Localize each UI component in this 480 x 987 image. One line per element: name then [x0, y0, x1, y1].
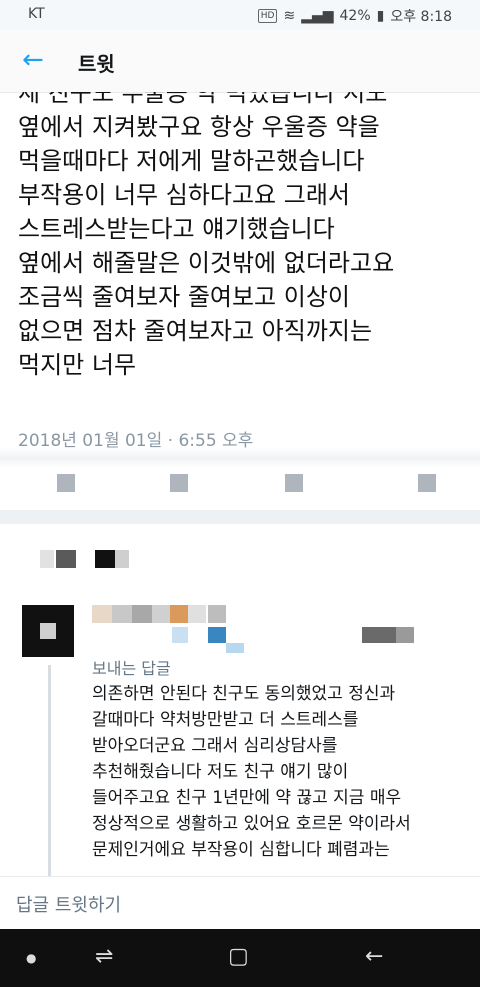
arrow-left-icon[interactable]: ←: [22, 46, 44, 74]
carrier-label: KT: [28, 6, 45, 22]
blurred-stats-band: [0, 448, 480, 468]
reply-text: 의존하면 안된다 친구도 동의했었고 정신과 갈때마다 약처방만받고 더 스트레…: [92, 684, 411, 860]
pixel-block: [40, 550, 54, 568]
reply-compose-bar[interactable]: 답글 트윗하기: [0, 876, 480, 929]
section-separator: [0, 510, 480, 524]
like-icon[interactable]: [285, 474, 303, 492]
tweet-text: 세 친구도 우울증 약 먹었습니다 저도 옆에서 지켜봤구요 항상 우울증 약을…: [18, 92, 395, 379]
back-icon[interactable]: ←: [365, 944, 383, 969]
pixel-block: [112, 605, 132, 623]
android-nav-bar: ● ⇌ ▢ ←: [0, 929, 480, 987]
pixel-block: [115, 550, 129, 568]
pixel-block: [208, 627, 226, 643]
tweet-body-clip: 세 친구도 우울증 약 먹었습니다 저도 옆에서 지켜봤구요 항상 우울증 약을…: [18, 92, 468, 410]
share-icon[interactable]: [418, 474, 436, 492]
pixel-block: [362, 627, 396, 643]
pixel-block: [172, 627, 188, 643]
pixel-block: [396, 627, 414, 643]
pixel-block: [95, 550, 115, 568]
pixel-block: [170, 605, 188, 623]
pixel-block: [92, 605, 112, 623]
replying-to-label: 보내는 답글: [92, 659, 171, 678]
dot-icon[interactable]: ●: [26, 951, 36, 965]
signal-icon: ▂▄▆: [301, 8, 334, 24]
home-icon[interactable]: ▢: [228, 944, 249, 969]
page-title: 트윗: [78, 52, 115, 76]
clock: 오후 8:18: [390, 9, 452, 25]
hd-icon: HD: [257, 9, 278, 23]
status-icons: HD ≋ ▂▄▆ 42% ▮ 오후 8:18: [257, 6, 452, 26]
pixel-block: [152, 605, 170, 623]
pixel-block: [132, 605, 152, 623]
reply-icon[interactable]: [57, 474, 75, 492]
status-bar: KT HD ≋ ▂▄▆ 42% ▮ 오후 8:18: [0, 0, 480, 30]
retweet-icon[interactable]: [170, 474, 188, 492]
recent-apps-icon[interactable]: ⇌: [95, 944, 113, 969]
pixel-block: [56, 550, 76, 568]
avatar[interactable]: [22, 605, 74, 657]
battery-percent: 42%: [339, 8, 371, 24]
battery-icon: ▮: [376, 8, 385, 24]
tweet-detail: 세 친구도 우울증 약 먹었습니다 저도 옆에서 지켜봤구요 항상 우울증 약을…: [18, 92, 468, 410]
wifi-icon: ≋: [283, 8, 296, 24]
pixel-block: [226, 643, 244, 653]
tweet-actions: [0, 470, 480, 498]
pixel-block: [188, 605, 206, 623]
reply-compose-placeholder[interactable]: 답글 트윗하기: [16, 891, 121, 917]
pixel-block: [208, 605, 226, 623]
app-bar: ← 트윗: [0, 30, 480, 93]
